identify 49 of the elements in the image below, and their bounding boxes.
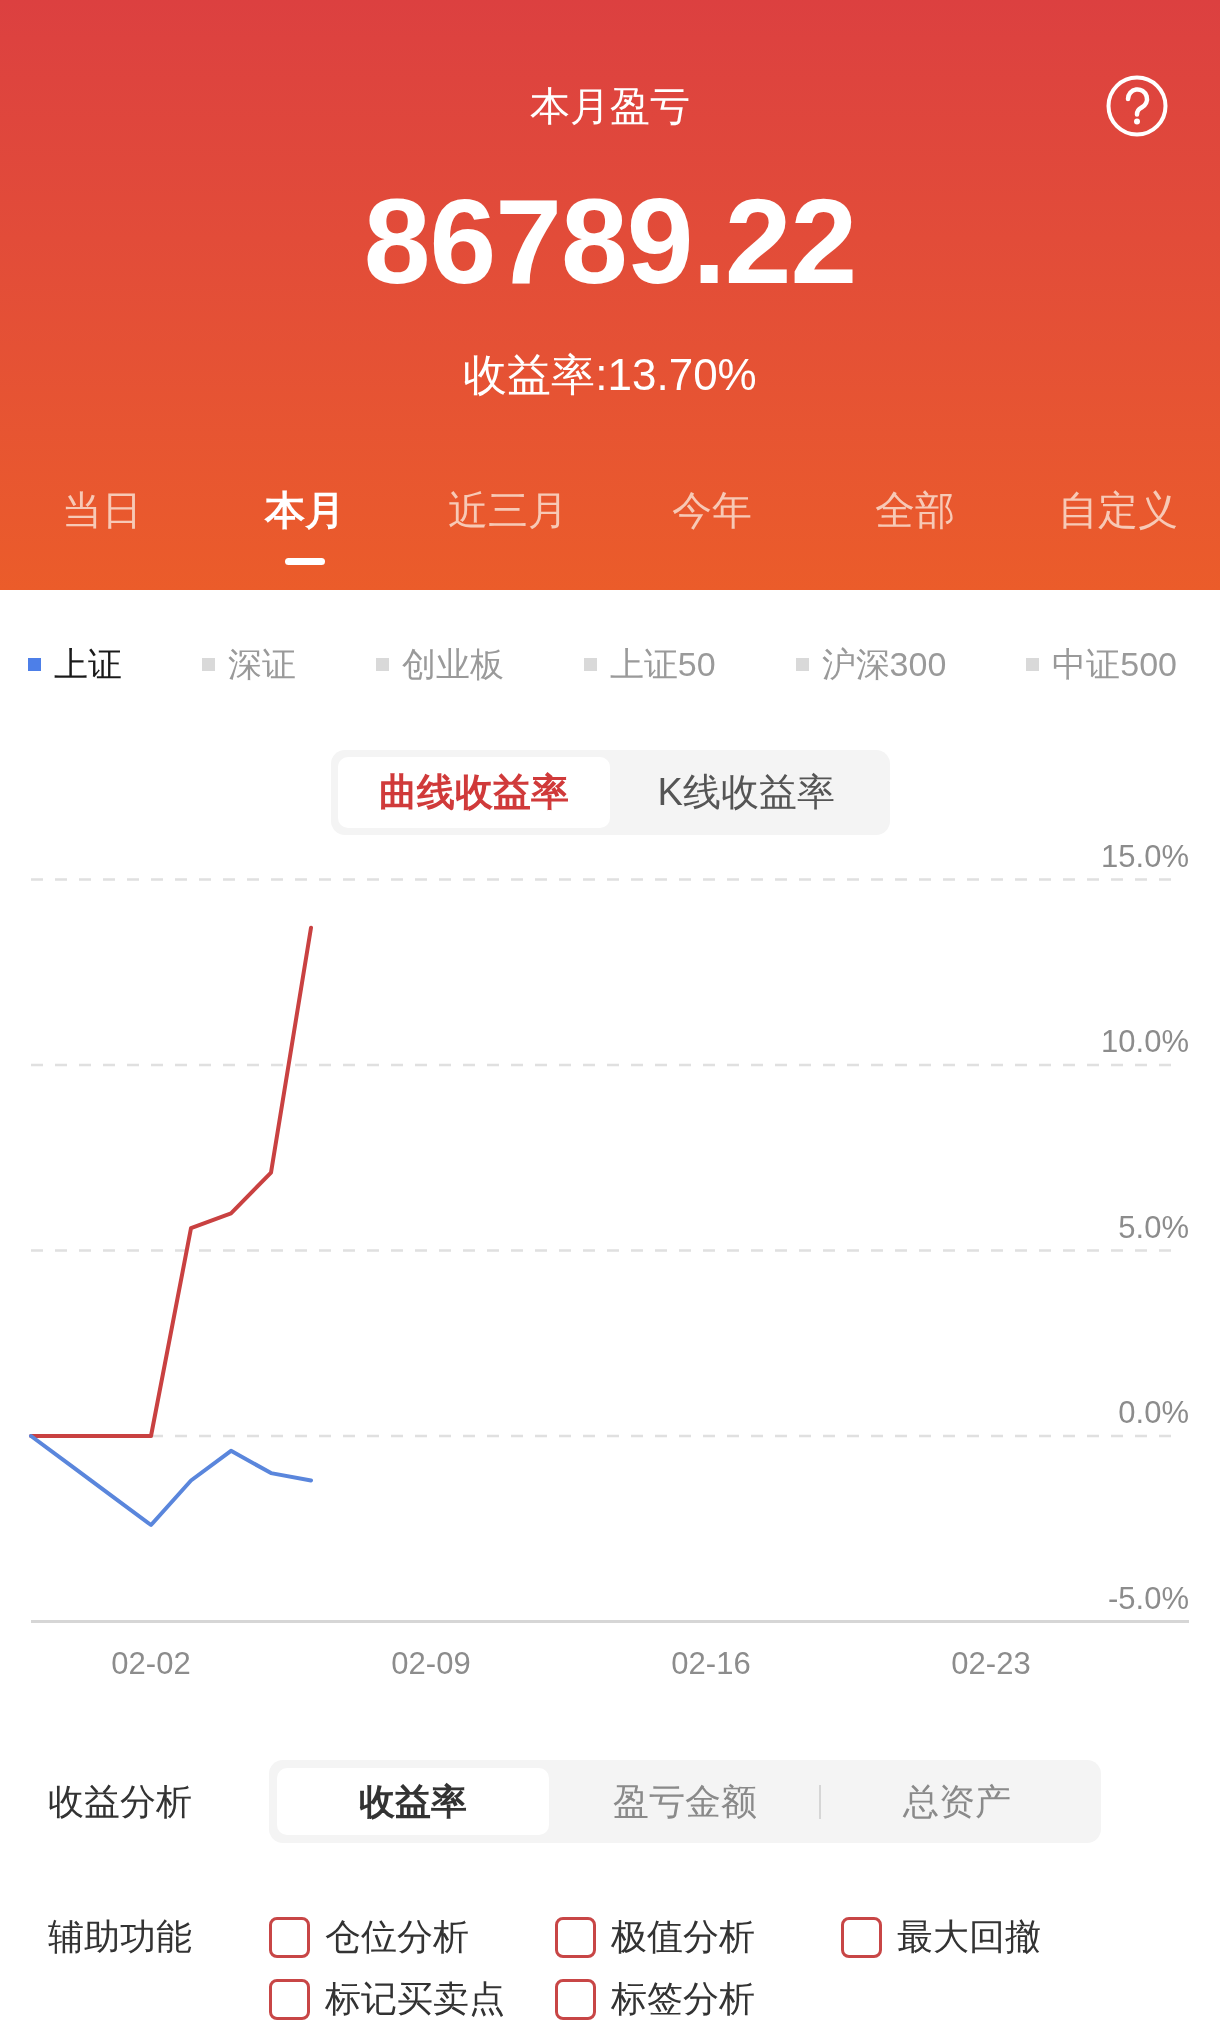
checkbox[interactable]: [269, 1978, 310, 2020]
index-option[interactable]: 深证: [201, 644, 296, 684]
square-marker-icon: [1026, 657, 1040, 671]
checkbox-label[interactable]: 最大回撤: [897, 1915, 1041, 1959]
help-icon[interactable]: [1106, 75, 1168, 137]
checkbox-label[interactable]: 仓位分析: [325, 1915, 469, 1959]
tab-indicator: [285, 558, 325, 565]
square-marker-icon: [201, 657, 215, 671]
checkbox[interactable]: [841, 1916, 882, 1958]
square-marker-icon: [28, 657, 41, 671]
checkbox[interactable]: [555, 1978, 596, 2020]
index-option[interactable]: 上证: [28, 644, 122, 684]
square-marker-icon: [375, 657, 389, 671]
period-tab[interactable]: 当日: [61, 486, 142, 565]
period-tab[interactable]: 近三月: [448, 486, 569, 565]
y-axis-label: 5.0%: [1118, 1209, 1189, 1245]
y-axis-label: 10.0%: [1101, 1024, 1189, 1059]
section-label: 辅助功能: [48, 1915, 193, 1959]
page-title: 本月盈亏: [530, 83, 690, 130]
period-tab[interactable]: 自定义: [1058, 486, 1179, 565]
square-marker-icon: [583, 657, 597, 671]
profit-amount: 86789.22: [363, 181, 857, 301]
y-axis-label: 15.0%: [1101, 840, 1189, 874]
analysis-tab[interactable]: 收益率: [277, 1768, 549, 1835]
y-axis-label: 0.0%: [1118, 1395, 1189, 1430]
x-axis-label: 02-02: [111, 1646, 191, 1681]
index-option[interactable]: 沪深300: [795, 644, 947, 684]
analysis-tab[interactable]: 总资产: [821, 1768, 1093, 1835]
checkbox[interactable]: [555, 1916, 596, 1958]
square-marker-icon: [795, 657, 809, 671]
section-label: 收益分析: [48, 1779, 193, 1824]
x-axis-label: 02-16: [671, 1646, 751, 1681]
checkbox-label[interactable]: 极值分析: [611, 1915, 755, 1959]
checkbox[interactable]: [269, 1916, 310, 1958]
x-axis-label: 02-23: [951, 1646, 1031, 1681]
chart-mode-tab[interactable]: K线收益率: [610, 757, 883, 828]
period-tab[interactable]: 今年: [671, 486, 752, 565]
x-axis-label: 02-09: [391, 1646, 471, 1681]
index-option[interactable]: 创业板: [375, 644, 504, 684]
chart-mode-tab[interactable]: 曲线收益率: [337, 757, 610, 828]
y-axis-label: -5.0%: [1108, 1580, 1189, 1616]
checkbox-label[interactable]: 标签分析: [611, 1977, 755, 2021]
period-tab[interactable]: 本月: [265, 486, 345, 565]
period-tab[interactable]: 全部: [875, 486, 955, 565]
index-option[interactable]: 中证500: [1026, 644, 1177, 684]
return-rate: 收益率:13.70%: [463, 349, 757, 401]
checkbox-label[interactable]: 标记买卖点: [325, 1977, 505, 2021]
analysis-tab[interactable]: 盈亏金额: [549, 1768, 821, 1835]
index-option[interactable]: 上证50: [583, 644, 716, 684]
